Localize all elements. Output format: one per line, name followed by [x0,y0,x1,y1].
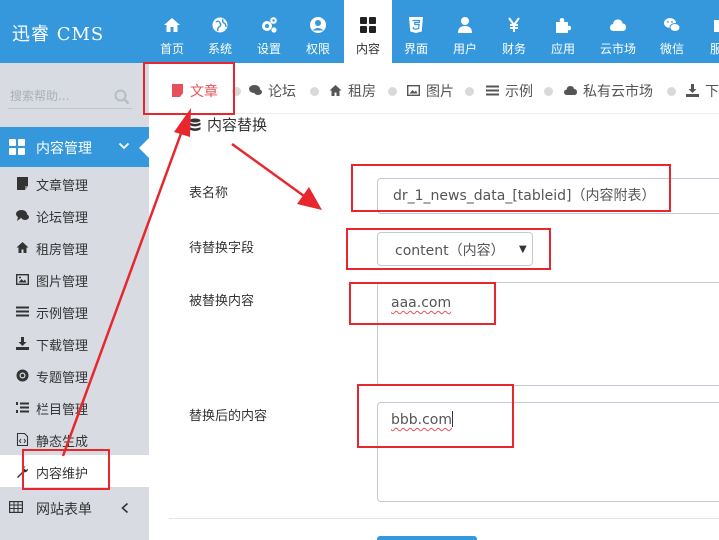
sidebar: 内容管理 文章管理 论坛管理 租房管理 图片管理 示例管理 下载管理 专题管理 … [0,63,149,540]
grid-icon [360,17,376,33]
tab-rental[interactable]: 租房 [329,81,376,101]
replace-panel: 内容替换 表名称 dr_1_news_data_[tableid]（内容附表） … [169,114,719,540]
home-icon [16,242,29,253]
nav-cloud-market[interactable]: 云市场 [594,0,642,63]
field-select-label: 待替换字段 [189,241,255,256]
grid-icon [9,139,25,155]
database-icon [189,118,201,131]
comments-icon [249,85,262,95]
list-icon [486,85,499,96]
tab-separator [667,87,676,96]
html5-icon [409,17,423,33]
image-icon [16,274,29,286]
text-caret [452,411,454,427]
tab-separator [544,87,553,96]
nav-settings[interactable]: 设置 [245,0,293,63]
cloud-icon [610,19,626,31]
comments-icon [16,210,29,221]
tab-images[interactable]: 图片 [407,81,454,101]
tab-examples[interactable]: 示例 [486,81,533,101]
home-icon [329,85,342,96]
cogs-icon [262,17,277,33]
sidebar-item-topics[interactable]: 专题管理 [0,359,149,391]
nav-home[interactable]: 首页 [148,0,196,63]
table-name-label: 表名称 [189,186,229,201]
nav-service[interactable]: 服 [697,0,719,63]
nav-users[interactable]: 用户 [441,0,489,63]
download-icon [686,84,699,97]
wechat-icon [664,18,681,32]
file-icon [17,177,28,190]
table-name-field[interactable]: dr_1_news_data_[tableid]（内容附表） [377,178,719,214]
sidebar-item-rental[interactable]: 租房管理 [0,231,149,263]
image-icon [407,85,420,97]
nav-content[interactable]: 内容 [344,0,392,63]
sidebar-search [0,63,149,127]
sidebar-item-examples[interactable]: 示例管理 [0,295,149,327]
nav-permission[interactable]: 权限 [294,0,342,63]
nav-system[interactable]: 系统 [196,0,244,63]
replace-content-textarea[interactable]: bbb.com [377,402,719,502]
tab-separator [388,87,397,96]
tab-downloads[interactable]: 下 [686,81,719,101]
tab-articles[interactable]: 文章 [171,81,218,101]
chrome-icon [16,369,29,382]
sidebar-item-forum[interactable]: 论坛管理 [0,199,149,231]
nav-interface[interactable]: 界面 [392,0,440,63]
wrench-icon [17,466,28,478]
field-select[interactable]: content（内容） [377,232,533,266]
globe-icon [212,17,228,33]
top-navbar: 迅睿 CMS 首页 系统 设置 权限 内容 界面 用户 财务 应用 云市场 微信… [0,0,719,63]
nav-finance[interactable]: 财务 [490,0,538,63]
list-icon [16,306,29,317]
submit-button[interactable] [377,536,477,540]
sidebar-item-images[interactable]: 图片管理 [0,263,149,295]
table-icon [9,501,23,513]
page-title: 内容替换 [189,114,267,135]
search-icon[interactable] [114,89,130,105]
user-circle-icon [310,17,326,33]
tab-separator [232,87,241,96]
sidebar-item-downloads[interactable]: 下载管理 [0,327,149,359]
download-icon [16,337,29,350]
search-content-label: 被替换内容 [189,294,255,309]
tab-private-cloud[interactable]: 私有云市场 [564,81,653,101]
sidebar-group-forms[interactable]: 网站表单 [0,489,149,525]
chevron-left-icon [121,502,129,514]
search-content-textarea[interactable]: aaa.com [377,282,719,386]
sidebar-item-maintenance[interactable]: 内容维护 [0,455,149,487]
sidebar-item-static[interactable]: 静态生成 [0,423,149,455]
sidebar-item-categories[interactable]: 栏目管理 [0,391,149,423]
puzzle-icon [556,18,571,33]
tab-forum[interactable]: 论坛 [249,81,296,101]
tab-separator [310,87,319,96]
yen-icon [508,17,520,32]
tab-separator [465,87,474,96]
nav-wechat[interactable]: 微信 [648,0,696,63]
box-icon [714,20,719,32]
active-pointer [139,138,149,158]
chevron-down-icon [118,142,130,150]
sidebar-group-content[interactable]: 内容管理 [0,127,149,167]
sidebar-item-articles[interactable]: 文章管理 [0,167,149,199]
user-icon [458,17,472,33]
nav-apps[interactable]: 应用 [539,0,587,63]
caret-down-icon: ▼ [519,244,527,255]
cloud-icon [564,86,577,95]
form-divider [169,518,719,519]
list-ol-icon [16,402,29,413]
module-tabs: 文章 论坛 租房 图片 示例 私有云市场 下 [149,63,719,114]
html-file-icon [16,433,29,446]
app-logo[interactable]: 迅睿 CMS [12,20,104,46]
replace-content-label: 替换后的内容 [189,409,268,424]
file-icon [172,84,183,97]
home-icon [164,18,180,32]
